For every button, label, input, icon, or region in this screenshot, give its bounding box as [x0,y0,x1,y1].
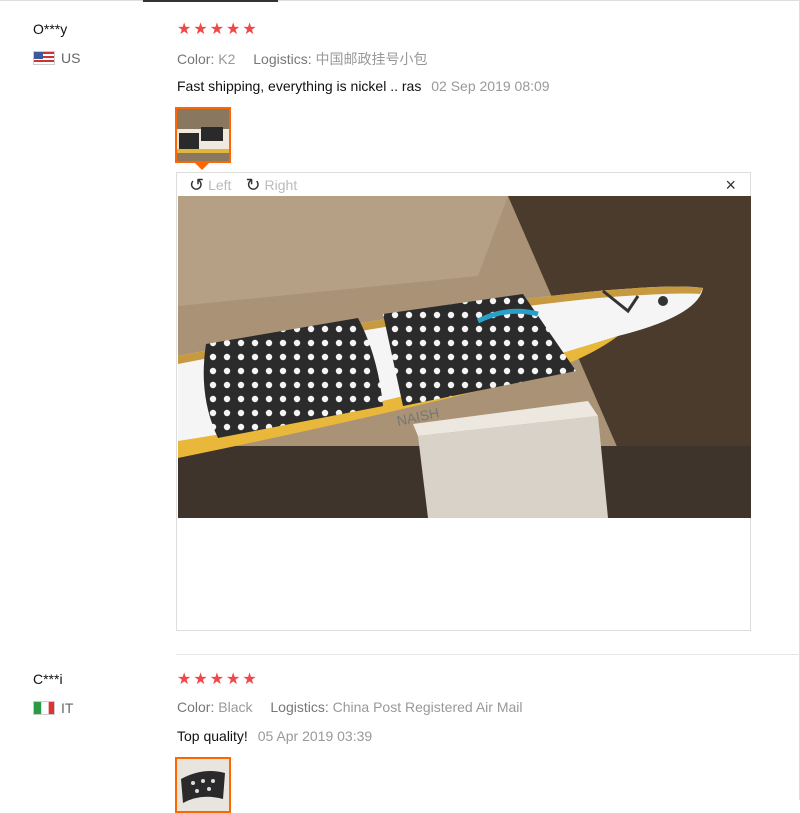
order-attributes: Color: K2 Logistics: 中国邮政挂号小包 [177,49,442,69]
rotate-left-icon: ↺ [189,175,205,195]
star-icon: ★ [209,21,225,38]
it-flag-icon [33,701,55,715]
rotate-right-button[interactable]: ↻ Right [245,176,297,194]
logistics-label: Logistics: [253,51,312,67]
logistics-label: Logistics: [270,699,329,715]
star-icon: ★ [226,671,241,688]
rating-stars: ★ ★ ★ ★ ★ [177,22,257,38]
rotate-right-label: Right [264,177,298,193]
logistics-value: 中国邮政挂号小包 [315,51,428,67]
reviewer-country: IT [33,700,73,716]
star-icon: ★ [193,21,208,38]
review-comment: Top quality! [177,728,248,744]
color-label: Color: [177,699,215,715]
star-icon: ★ [242,21,257,38]
star-icon: ★ [177,21,192,38]
close-icon[interactable]: × [725,175,736,196]
reviewer-name: O***y [33,21,68,37]
review-date: 02 Sep 2019 08:09 [431,78,550,94]
country-code: US [61,50,81,66]
rotate-right-icon: ↻ [245,175,261,195]
review-photo: NAISH [178,196,751,518]
color-label: Color: [177,51,215,67]
review-photo-thumbnail[interactable] [175,107,231,163]
review-date: 05 Apr 2019 03:39 [257,728,373,744]
reviewer-name: C***i [33,671,63,687]
review-comment: Fast shipping, everything is nickel .. r… [177,78,422,94]
viewer-toolbar: ↺ Left ↻ Right [189,175,307,195]
color-value: Black [218,699,253,715]
review-text: Top quality! 05 Apr 2019 03:39 [177,728,372,744]
rating-stars: ★ ★ ★ ★ ★ [177,672,257,688]
star-icon: ★ [209,671,225,688]
order-attributes: Color: Black Logistics: China Post Regis… [177,699,537,715]
thumbnail-pointer [195,163,209,170]
us-flag-icon [33,51,55,65]
review-photo-thumbnail[interactable] [175,757,231,813]
rotate-left-button[interactable]: ↺ Left [189,176,231,194]
review-text: Fast shipping, everything is nickel .. r… [177,78,550,94]
review-divider [176,654,800,655]
active-tab-indicator [143,0,278,2]
country-code: IT [61,700,74,716]
star-icon: ★ [226,21,241,38]
rotate-left-label: Left [208,177,232,193]
star-icon: ★ [177,671,192,688]
photo-viewer: ↺ Left ↻ Right × NAISH [176,172,751,631]
star-icon: ★ [193,671,208,688]
logistics-value: China Post Registered Air Mail [332,699,523,715]
top-border [0,0,800,1]
reviewer-country: US [33,50,80,66]
star-icon: ★ [242,671,257,688]
color-value: K2 [218,51,236,67]
